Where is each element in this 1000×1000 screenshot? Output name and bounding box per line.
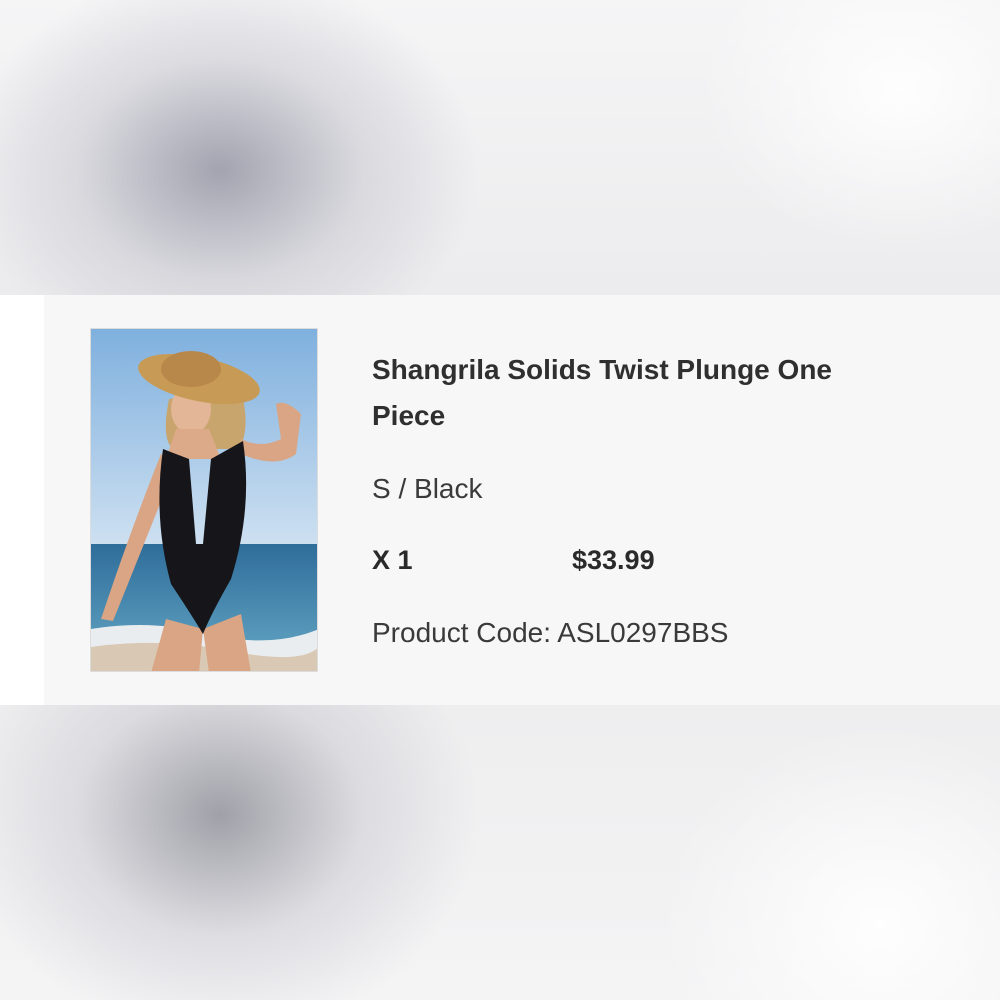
product-image[interactable] xyxy=(90,328,318,672)
product-variant: S / Black xyxy=(372,473,483,504)
blurred-background-top xyxy=(0,0,1000,295)
product-title[interactable]: Shangrila Solids Twist Plunge One Piece xyxy=(372,347,912,439)
product-code: Product Code: ASL0297BBS xyxy=(372,617,729,648)
product-price: $33.99 xyxy=(572,545,655,575)
blurred-background-bottom xyxy=(0,705,1000,1000)
left-edge xyxy=(0,295,44,705)
order-item-card: Shangrila Solids Twist Plunge One Piece … xyxy=(44,295,1000,705)
page: Shangrila Solids Twist Plunge One Piece … xyxy=(0,0,1000,1000)
product-quantity: X 1 xyxy=(372,545,413,575)
